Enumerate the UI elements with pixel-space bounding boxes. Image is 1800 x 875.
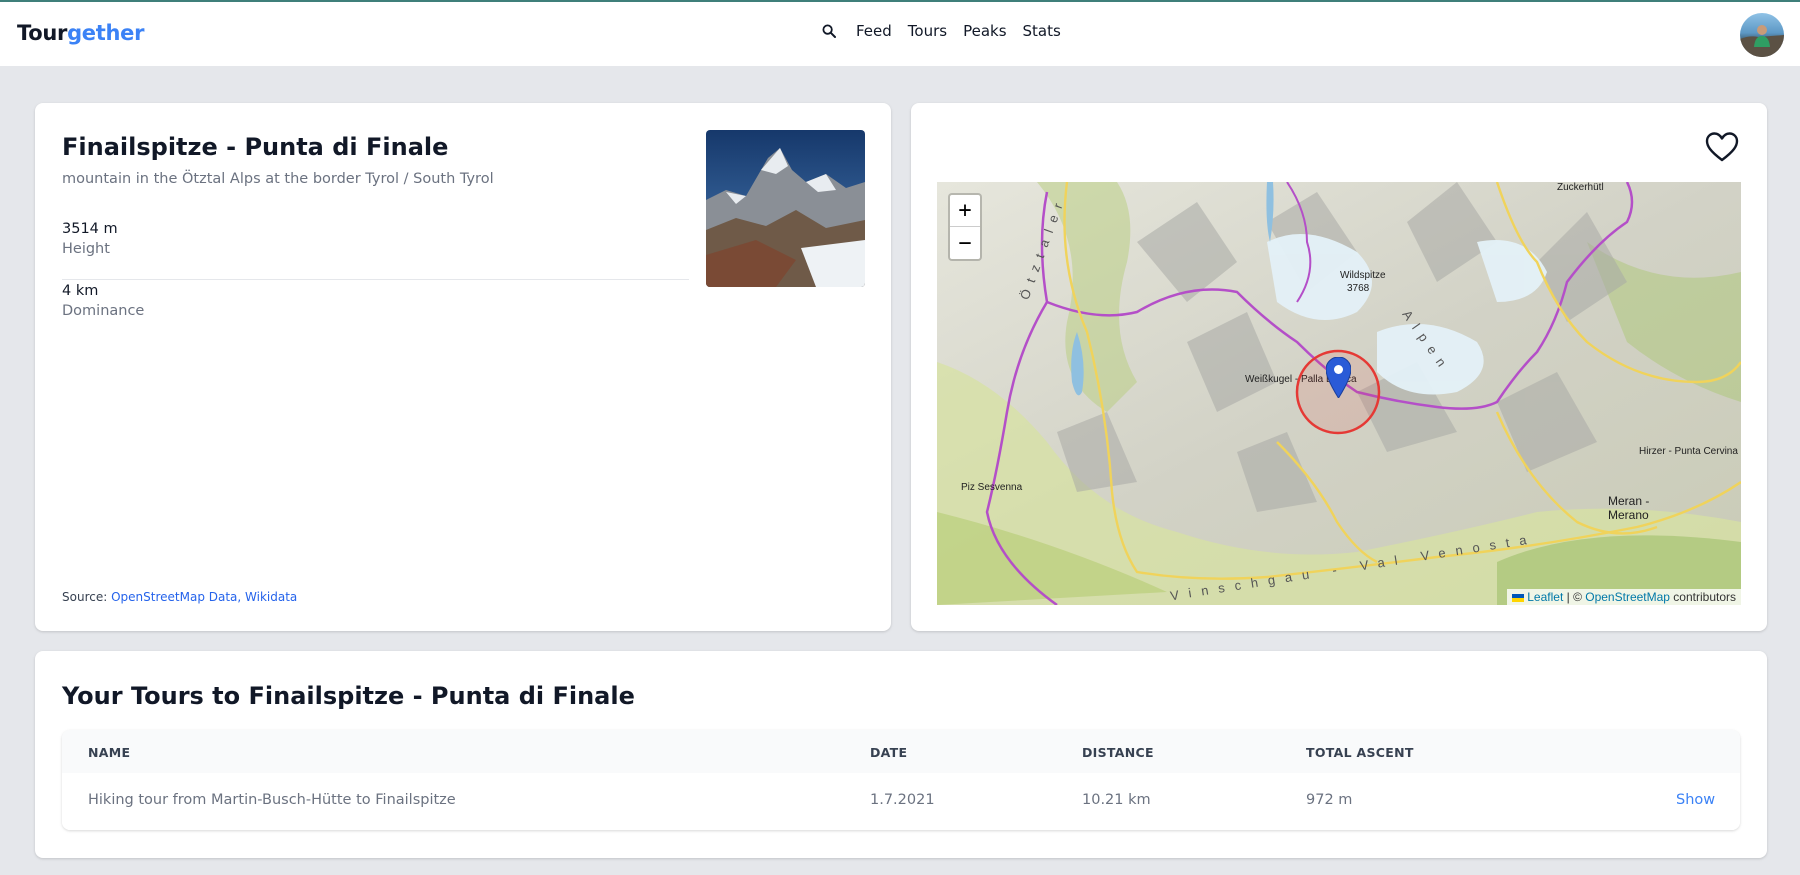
map-label-piz-sesvenna: Piz Sesvenna [961,482,1023,493]
data-source: Source: OpenStreetMap Data, Wikidata [62,590,297,604]
map-label-wildspitze: Wildspitze [1340,270,1386,281]
stat-height-value: 3514 m [62,221,118,237]
ukraine-flag-icon [1512,593,1525,602]
zoom-in-button[interactable]: + [950,195,980,227]
nav-tours[interactable]: Tours [908,22,947,40]
map-card: Zuckerhütl Wildspitze 3768 Weißkugel - P… [911,103,1767,631]
user-avatar[interactable] [1740,13,1784,57]
attribution-separator: | © [1563,590,1586,604]
tour-ascent: 972 m [1306,792,1353,808]
tours-title: Your Tours to Finailspitze - Punta di Fi… [62,682,635,710]
tour-distance: 10.21 km [1082,792,1151,808]
stat-dominance-value: 4 km [62,283,99,299]
stat-dominance-label: Dominance [62,303,145,319]
col-name: NAME [88,745,131,760]
source-label: Source: [62,590,108,604]
map-view[interactable]: Zuckerhütl Wildspitze 3768 Weißkugel - P… [937,182,1741,605]
search-icon[interactable] [820,22,838,40]
nav-peaks[interactable]: Peaks [963,22,1006,40]
tours-card: Your Tours to Finailspitze - Punta di Fi… [35,651,1767,858]
map-zoom-control: + − [948,193,982,261]
peak-photo[interactable] [706,130,865,287]
stat-height-label: Height [62,241,110,257]
leaflet-link[interactable]: Leaflet [1527,590,1563,604]
zoom-out-button[interactable]: − [950,227,980,259]
favorite-heart-icon[interactable] [1705,131,1739,163]
map-label-meran: Meran - [1608,494,1649,508]
source-link[interactable]: OpenStreetMap Data, Wikidata [111,590,297,604]
app-logo[interactable]: Tourgether [17,21,144,45]
tour-name: Hiking tour from Martin-Busch-Hütte to F… [88,792,456,808]
osm-link[interactable]: OpenStreetMap [1585,590,1670,604]
col-total-ascent: TOTAL ASCENT [1306,745,1414,760]
map-label-merano: Merano [1608,508,1649,522]
top-navbar: Tourgether Feed Tours Peaks Stats [0,2,1800,67]
tour-date: 1.7.2021 [870,792,935,808]
map-label-hirzer: Hirzer - Punta Cervina [1639,446,1738,457]
map-label-zuckerhuetl: Zuckerhütl [1557,182,1604,193]
table-header: NAME DATE DISTANCE TOTAL ASCENT [62,730,1740,773]
tours-table: NAME DATE DISTANCE TOTAL ASCENT Hiking t… [62,730,1740,830]
map-label-wildspitze-height: 3768 [1347,283,1370,294]
col-distance: DISTANCE [1082,745,1154,760]
nav-stats[interactable]: Stats [1023,22,1061,40]
col-date: DATE [870,745,908,760]
stat-dominance: 4 km Dominance [62,283,689,319]
logo-text-gether: gether [67,21,145,45]
map-marker-icon[interactable] [1326,357,1351,398]
stat-height: 3514 m Height [62,221,689,280]
logo-text-tour: Tour [17,21,68,45]
table-row[interactable]: Hiking tour from Martin-Busch-Hütte to F… [62,773,1740,830]
peak-title: Finailspitze - Punta di Finale [62,133,449,161]
show-tour-link[interactable]: Show [1676,792,1715,808]
peak-description: mountain in the Ötztal Alps at the borde… [62,171,494,187]
main-nav: Feed Tours Peaks Stats [820,22,1077,40]
peak-info-card: Finailspitze - Punta di Finale mountain … [35,103,891,631]
attribution-contributors: contributors [1669,590,1736,604]
map-attribution: Leaflet | © OpenStreetMap contributors [1507,589,1741,605]
nav-feed[interactable]: Feed [856,22,892,40]
